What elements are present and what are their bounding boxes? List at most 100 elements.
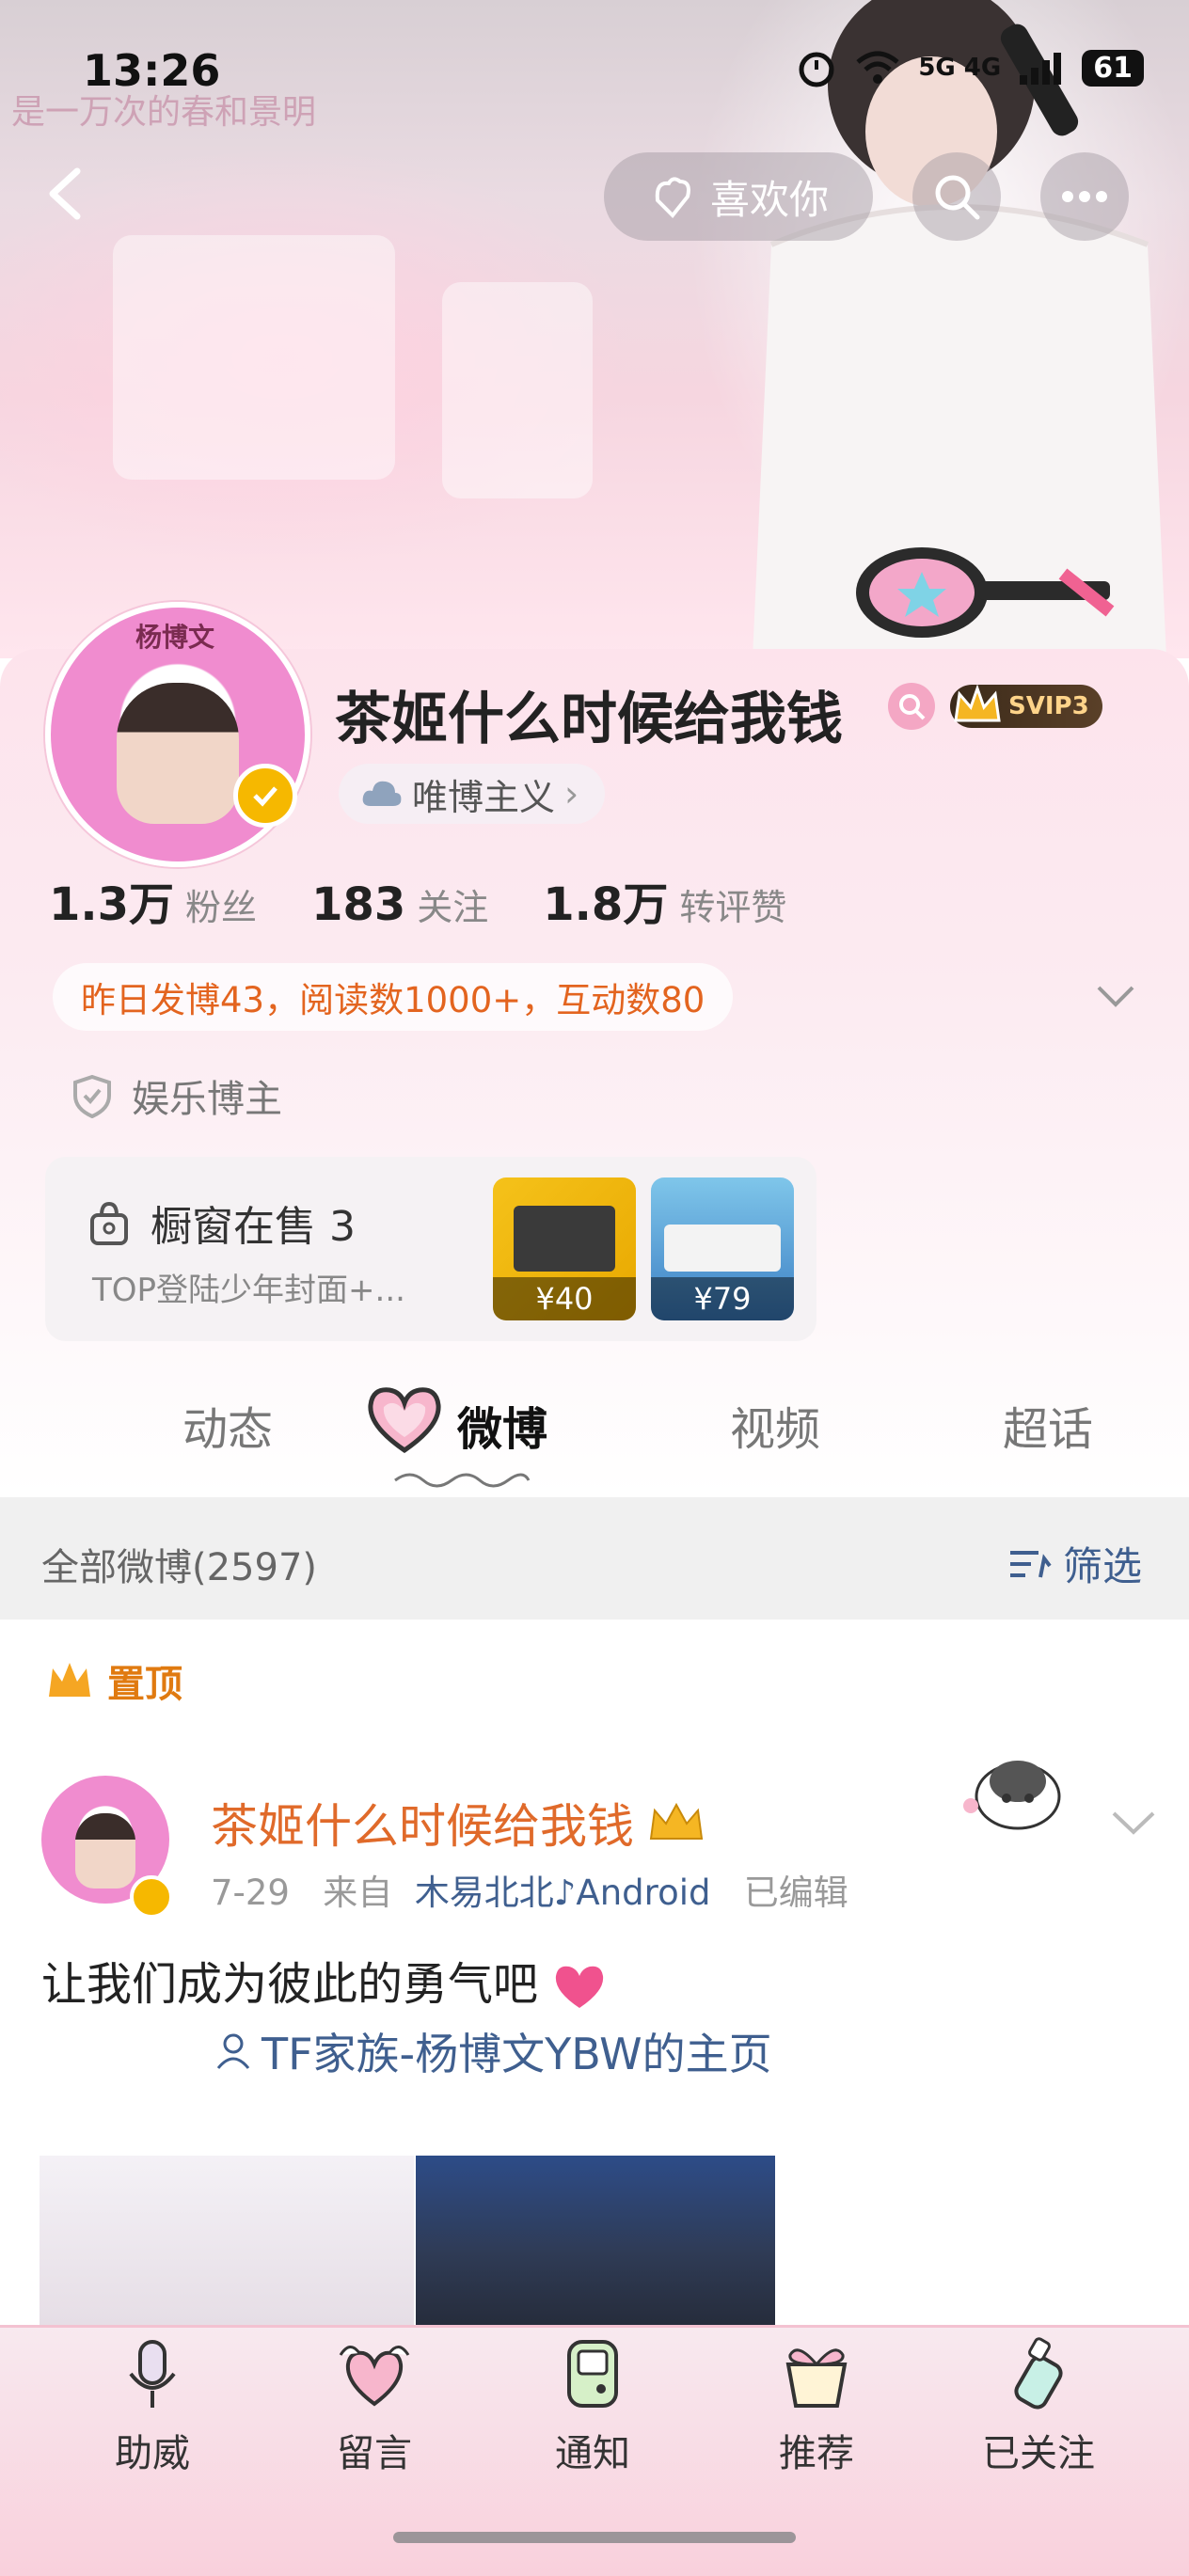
filter-label: 筛选 xyxy=(1063,1543,1143,1589)
tab-super-topic[interactable]: 超话 xyxy=(1003,1392,1093,1458)
shield-icon xyxy=(73,1074,111,1118)
post-text: 让我们成为彼此的勇气吧 xyxy=(41,1947,607,2013)
search-button[interactable] xyxy=(912,152,1001,241)
profile-stats: 1.3万 粉丝 183 关注 1.8万 转评赞 xyxy=(49,867,786,933)
home-indicator[interactable] xyxy=(393,2532,796,2543)
product-image xyxy=(664,1225,781,1272)
gameboy-icon xyxy=(553,2334,632,2413)
chevron-right-icon: › xyxy=(564,773,579,814)
crown-icon xyxy=(49,1663,90,1697)
microphone-icon xyxy=(113,2334,192,2413)
battery-indicator: 61 xyxy=(1082,49,1144,87)
stat-label: 关注 xyxy=(417,887,489,928)
svip-badge[interactable]: SVIP3 xyxy=(950,684,1102,728)
banner-poster xyxy=(442,282,593,498)
svip-label: SVIP3 xyxy=(1008,692,1089,720)
shopping-bag-icon xyxy=(90,1201,128,1245)
avatar-caption: 杨博文 xyxy=(135,622,215,653)
product-price: ¥40 xyxy=(493,1277,636,1320)
post-text-content: 让我们成为彼此的勇气吧 xyxy=(41,1958,539,2011)
filter-button[interactable]: 筛选 xyxy=(1007,1535,1142,1592)
super-topic-link[interactable]: TF家族-杨博文YBW的主页 xyxy=(213,2020,772,2082)
nav-notification[interactable]: 通知 xyxy=(527,2334,658,2477)
stat-label: 转评赞 xyxy=(679,887,787,928)
filter-icon xyxy=(1010,1550,1052,1577)
angel-heart-icon xyxy=(335,2334,414,2413)
crown-icon xyxy=(954,684,1001,722)
pink-heart-icon xyxy=(556,1966,604,2008)
post-edited: 已编辑 xyxy=(743,1873,848,1913)
cloud-icon xyxy=(362,781,402,806)
verified-badge-icon xyxy=(130,1875,173,1919)
tab-weibo[interactable]: 微博 xyxy=(457,1392,547,1458)
stat-number: 1.8万 xyxy=(543,878,669,931)
like-you-button[interactable]: 喜欢你 xyxy=(604,152,873,241)
guitar-sticker-icon xyxy=(856,547,1115,638)
nav-label: 助威 xyxy=(115,2432,190,2475)
back-button[interactable] xyxy=(34,160,102,228)
heart-icon xyxy=(368,1387,441,1454)
pinned-text: 置顶 xyxy=(107,1663,182,1706)
wifi-icon xyxy=(856,51,899,84)
chevron-left-icon xyxy=(49,167,81,220)
alarm-icon xyxy=(799,52,834,87)
nav-label: 通知 xyxy=(555,2432,630,2475)
tag-pill[interactable]: 唯博主义 › xyxy=(339,764,606,824)
tab-video[interactable]: 视频 xyxy=(730,1392,820,1458)
category-row: 娱乐博主 xyxy=(71,1068,282,1123)
search-icon xyxy=(935,175,980,220)
stat-number: 183 xyxy=(311,878,406,931)
tag-label: 唯博主义 xyxy=(412,776,556,818)
product-price: ¥79 xyxy=(651,1277,794,1320)
chevron-down-icon[interactable] xyxy=(1093,978,1138,1016)
search-user-icon[interactable] xyxy=(888,683,935,730)
avatar-face xyxy=(117,683,239,824)
post-author[interactable]: 茶姬什么时候给我钱 xyxy=(211,1789,705,1857)
shop-title: 橱窗在售 3 xyxy=(151,1203,356,1251)
all-posts-count: 全部微博(2597) xyxy=(41,1546,318,1589)
pinned-label: 置顶 xyxy=(45,1653,182,1708)
super-topic-link-text: TF家族-杨博文YBW的主页 xyxy=(262,2029,772,2079)
stat-following[interactable]: 183 关注 xyxy=(311,878,488,931)
nav-message[interactable]: 留言 xyxy=(309,2334,440,2477)
profile-banner: 是一万次的春和景明 xyxy=(0,0,1189,658)
nav-label: 推荐 xyxy=(779,2432,854,2475)
post-from: 来自 xyxy=(323,1873,393,1913)
gift-bow-icon xyxy=(777,2334,856,2413)
nav-recommend[interactable]: 推荐 xyxy=(751,2334,882,2477)
chevron-down-icon[interactable] xyxy=(1110,1804,1157,1841)
user-icon xyxy=(216,2033,250,2069)
nav-followed[interactable]: 已关注 xyxy=(973,2334,1104,2477)
tab-underline-decoration xyxy=(394,1473,531,1488)
product-image xyxy=(514,1206,615,1272)
profile-tabs: 动态 微博 视频 超话 xyxy=(0,1354,1189,1495)
avatar[interactable]: 杨博文 xyxy=(45,602,310,867)
product-thumbnail[interactable]: ¥40 xyxy=(493,1177,636,1320)
tab-dynamics[interactable]: 动态 xyxy=(182,1392,273,1458)
stat-label: 粉丝 xyxy=(185,887,258,928)
more-button[interactable] xyxy=(1040,152,1129,241)
post-date: 7-29 xyxy=(211,1873,290,1913)
like-you-label: 喜欢你 xyxy=(709,176,829,223)
status-icons: 5G 4G 61 xyxy=(796,47,1144,88)
product-thumbnail[interactable]: ¥79 xyxy=(651,1177,794,1320)
post-avatar-face xyxy=(75,1813,135,1889)
signal-icon xyxy=(1020,53,1062,85)
stat-number: 1.3万 xyxy=(49,878,175,931)
hand-heart-icon xyxy=(655,177,690,218)
stat-reposts-likes[interactable]: 1.8万 转评赞 xyxy=(543,867,786,933)
activity-summary[interactable]: 昨日发博43，阅读数1000+，互动数80 xyxy=(53,963,734,1031)
verified-badge-icon xyxy=(233,764,297,828)
profile-nickname: 茶姬什么时候给我钱 xyxy=(335,687,843,752)
post-meta: 7-29 来自 木易北北♪Android 已编辑 xyxy=(211,1864,848,1915)
post-author-name: 茶姬什么时候给我钱 xyxy=(211,1799,634,1854)
status-time: 13:26 xyxy=(83,45,221,96)
banner-poster xyxy=(113,235,395,480)
category-label: 娱乐博主 xyxy=(132,1078,282,1121)
crown-icon xyxy=(649,1802,704,1840)
nav-cheer[interactable]: 助威 xyxy=(87,2334,218,2477)
stat-followers[interactable]: 1.3万 粉丝 xyxy=(49,867,257,933)
nav-label: 已关注 xyxy=(982,2432,1095,2475)
shop-subtitle: TOP登陆少年封面+... xyxy=(92,1272,405,1309)
post-source[interactable]: 木易北北♪Android xyxy=(415,1873,711,1913)
